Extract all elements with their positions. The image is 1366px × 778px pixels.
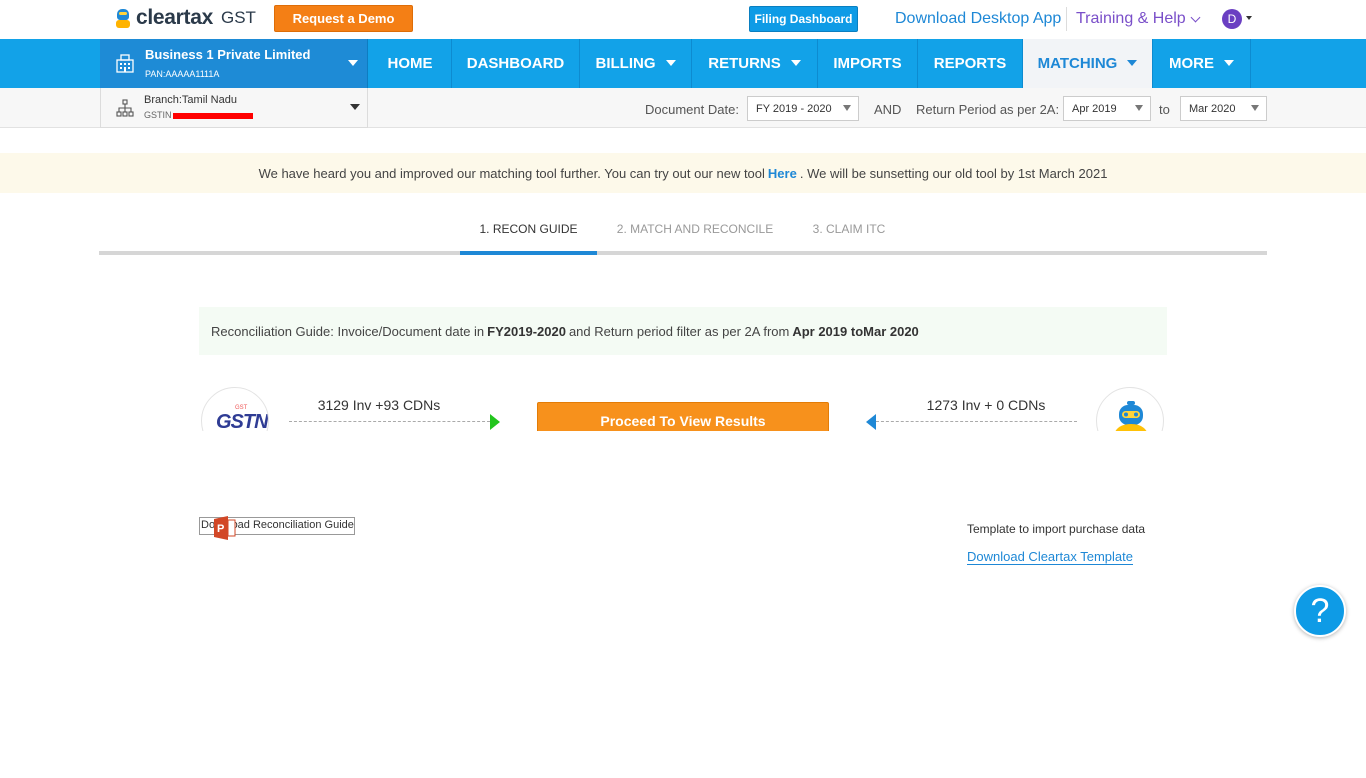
period-from-select[interactable]: Apr 2019 xyxy=(1063,96,1151,121)
caret-down-icon xyxy=(350,104,360,110)
guide-prefix: Reconciliation Guide: Invoice/Document d… xyxy=(211,323,485,339)
branch-name: Branch:Tamil Nadu xyxy=(144,94,237,106)
period-to-select[interactable]: Mar 2020 xyxy=(1180,96,1267,121)
business-selector[interactable]: Business 1 Private Limited PAN:AAAAA1111… xyxy=(100,39,368,88)
template-label: Template to import purchase data xyxy=(967,522,1146,536)
main-nav: Business 1 Private Limited PAN:AAAAA1111… xyxy=(0,39,1366,88)
chevron-down-icon xyxy=(1190,12,1201,22)
caret-down-icon xyxy=(665,59,676,66)
nav-imports[interactable]: IMPORTS xyxy=(818,39,918,88)
active-tab-indicator xyxy=(460,251,597,255)
document-date-select[interactable]: FY 2019 - 2020 xyxy=(747,96,859,121)
guide-period: Apr 2019 toMar 2020 xyxy=(792,323,919,339)
tab-match-and-reconcile[interactable]: 2. MATCH AND RECONCILE xyxy=(607,222,783,255)
branch-selector[interactable]: Branch:Tamil Nadu GSTIN xyxy=(100,88,368,128)
nav-dashboard-label: DASHBOARD xyxy=(466,55,565,72)
filter-bar: Branch:Tamil Nadu GSTIN Document Date: F… xyxy=(0,88,1366,128)
nav-returns[interactable]: RETURNS xyxy=(692,39,818,88)
nav-reports[interactable]: REPORTS xyxy=(918,39,1023,88)
gstn-dashed-line xyxy=(289,421,490,422)
gstn-logo: GST GSTN xyxy=(201,387,269,431)
document-date-value: FY 2019 - 2020 xyxy=(756,102,832,115)
powerpoint-icon: P xyxy=(214,516,236,540)
cleartax-bot-icon xyxy=(1115,401,1147,431)
return-period-label: Return Period as per 2A: xyxy=(916,102,1060,117)
download-cleartax-template-link[interactable]: Download Cleartax Template xyxy=(967,549,1133,565)
recon-steps-tabs: 1. RECON GUIDE 2. MATCH AND RECONCILE 3.… xyxy=(99,212,1267,255)
branch-gstin: GSTIN xyxy=(144,110,253,120)
nav-billing-label: BILLING xyxy=(595,55,656,72)
nav-home[interactable]: HOME xyxy=(369,39,452,88)
reconciliation-flow: GST GSTN 3129 Inv +93 CDNs Proceed To Vi… xyxy=(199,385,1167,431)
cleartax-bot-logo xyxy=(1096,387,1164,431)
caret-down-icon xyxy=(348,60,358,66)
download-reconciliation-guide-link[interactable]: Download Reconciliation Guide P xyxy=(199,516,355,540)
banner-here-link[interactable]: Here xyxy=(768,166,797,181)
caret-down-icon xyxy=(1224,59,1234,66)
arrow-right-icon xyxy=(490,414,500,430)
business-pan: PAN:AAAAA1111A xyxy=(145,69,220,79)
nav-matching-label: MATCHING xyxy=(1037,55,1118,72)
request-demo-button[interactable]: Request a Demo xyxy=(274,5,413,32)
arrow-left-icon xyxy=(866,414,876,430)
cleartax-dashed-line xyxy=(876,421,1077,422)
redacted-gstin xyxy=(172,113,253,119)
building-icon xyxy=(116,54,134,73)
tab-claim-itc[interactable]: 3. CLAIM ITC xyxy=(799,222,899,255)
to-label: to xyxy=(1159,102,1170,117)
proceed-to-view-results-button[interactable]: Proceed To View Results xyxy=(537,402,829,431)
svg-text:P: P xyxy=(217,523,224,535)
banner-text-before: We have heard you and improved our match… xyxy=(258,165,765,181)
nav-reports-label: REPORTS xyxy=(933,55,1007,72)
gstn-invoice-count: 3129 Inv +93 CDNs xyxy=(317,397,441,413)
nav-home-label: HOME xyxy=(387,55,433,72)
training-help-menu[interactable]: Training & Help xyxy=(1076,10,1201,28)
nav-more-label: MORE xyxy=(1169,55,1214,72)
branch-tree-icon xyxy=(116,99,134,117)
nav-more[interactable]: MORE xyxy=(1153,39,1251,88)
guide-fy: FY2019-2020 xyxy=(487,323,566,339)
caret-down-icon xyxy=(1127,59,1138,66)
caret-down-icon xyxy=(1251,105,1259,111)
nav-matching[interactable]: MATCHING xyxy=(1023,39,1153,88)
cleartax-bot-icon xyxy=(114,8,132,28)
filing-dashboard-button[interactable]: Filing Dashboard xyxy=(749,6,858,32)
new-tool-banner: We have heard you and improved our match… xyxy=(0,153,1366,193)
logo-suffix: GST xyxy=(221,8,256,27)
and-label: AND xyxy=(874,102,902,117)
cleartax-invoice-count: 1273 Inv + 0 CDNs xyxy=(926,397,1046,413)
cleartax-logo[interactable]: cleartax GST xyxy=(114,6,256,30)
help-button[interactable]: ? xyxy=(1294,585,1346,637)
training-help-label: Training & Help xyxy=(1076,10,1186,27)
document-date-label: Document Date: xyxy=(645,102,739,117)
period-from-value: Apr 2019 xyxy=(1072,102,1117,115)
avatar-caret-icon[interactable] xyxy=(1246,16,1252,20)
nav-imports-label: IMPORTS xyxy=(833,55,902,72)
caret-down-icon xyxy=(790,59,801,66)
nav-billing[interactable]: BILLING xyxy=(580,39,692,88)
guide-middle: and Return period filter as per 2A from xyxy=(568,323,790,339)
gstn-logo-text: GSTN xyxy=(216,411,268,431)
nav-dashboard[interactable]: DASHBOARD xyxy=(452,39,580,88)
logo-text: cleartax xyxy=(136,6,213,29)
nav-returns-label: RETURNS xyxy=(708,55,781,72)
caret-down-icon xyxy=(1135,105,1143,111)
top-bar: cleartax GST Request a Demo Filing Dashb… xyxy=(0,0,1366,39)
gstin-label: GSTIN xyxy=(144,110,172,120)
avatar[interactable]: D xyxy=(1222,9,1242,29)
reconciliation-guide-info: Reconciliation Guide: Invoice/Document d… xyxy=(199,307,1167,355)
caret-down-icon xyxy=(843,105,851,111)
banner-text-after: . We will be sunsetting our old tool by … xyxy=(799,165,1108,181)
business-name: Business 1 Private Limited xyxy=(145,47,311,62)
download-desktop-app-link[interactable]: Download Desktop App xyxy=(895,10,1061,28)
period-to-value: Mar 2020 xyxy=(1189,102,1236,115)
topbar-divider xyxy=(1066,7,1067,31)
